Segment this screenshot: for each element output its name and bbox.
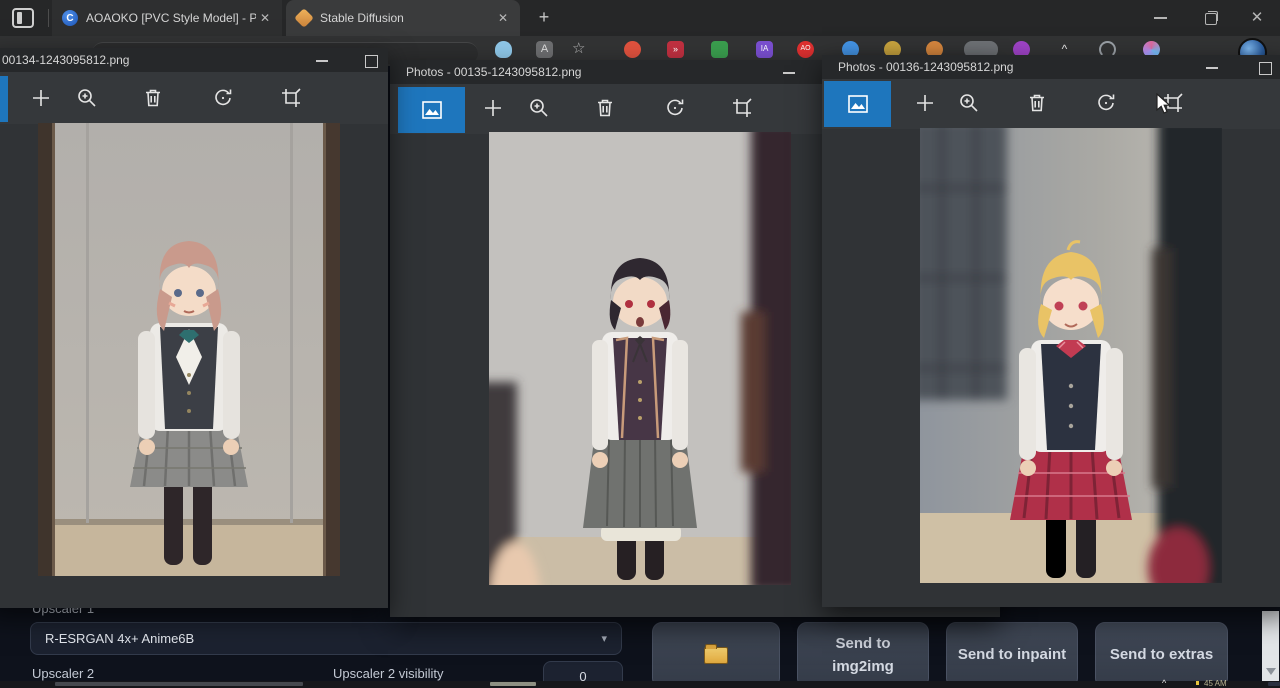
upscaler2-visibility-label: Upscaler 2 visibility — [333, 666, 444, 681]
notification-icon — [1196, 681, 1199, 685]
taskbar[interactable]: ^ 45 AM — [0, 681, 1280, 688]
zoom-button[interactable] — [954, 88, 984, 118]
tab-title: AOAOKO [PVC Style Model] - PV — [86, 11, 256, 25]
upscaler2-label: Upscaler 2 — [32, 666, 94, 681]
rotate-button[interactable] — [660, 93, 690, 123]
photos-window-00136: Photos - 00136-1243095812.png — [822, 55, 1280, 607]
window-title: 00134-1243095812.png — [2, 53, 129, 67]
close-tab-icon[interactable]: ✕ — [494, 9, 512, 27]
extension-icon[interactable]: AO — [797, 41, 814, 58]
minimize-button[interactable] — [1198, 59, 1228, 75]
photo-00134[interactable] — [38, 123, 340, 576]
taskbar-clock[interactable]: 45 AM — [1204, 679, 1227, 688]
delete-button[interactable] — [590, 93, 620, 123]
browser-restore-button[interactable] — [1196, 10, 1226, 26]
extension-icon[interactable] — [495, 41, 512, 58]
extension-icon[interactable]: IA — [756, 41, 773, 58]
page-scrollbar[interactable] — [1262, 611, 1279, 688]
zoom-button[interactable] — [524, 93, 554, 123]
upscaler1-value: R-ESRGAN 4x+ Anime6B — [45, 631, 194, 646]
photos-window-00134: 00134-1243095812.png — [0, 48, 388, 608]
image-icon — [420, 98, 444, 122]
upscaler1-dropdown[interactable]: R-ESRGAN 4x+ Anime6B ▾ — [30, 622, 622, 655]
maximize-button[interactable] — [356, 52, 386, 68]
minimize-button[interactable] — [308, 52, 338, 68]
extension-icon[interactable]: » — [667, 41, 684, 58]
send-to-inpaint-button[interactable]: Send to inpaint — [946, 622, 1078, 688]
close-tab-icon[interactable]: ✕ — [256, 9, 274, 27]
taskbar-app-button[interactable] — [490, 682, 536, 686]
image-view-button[interactable] — [0, 76, 8, 122]
extension-icon[interactable] — [624, 41, 641, 58]
favorites-star-icon[interactable]: ☆ — [572, 41, 589, 58]
stable-diffusion-favicon-icon — [294, 8, 314, 28]
maximize-button[interactable] — [1250, 59, 1280, 75]
add-photo-button[interactable] — [478, 93, 508, 123]
show-desktop-button[interactable] — [1268, 682, 1280, 686]
desktop: C AOAOKO [PVC Style Model] - PV ✕ Stable… — [0, 0, 1280, 688]
window-title: Photos - 00136-1243095812.png — [838, 60, 1013, 74]
mouse-cursor — [1155, 93, 1175, 115]
folder-icon — [704, 647, 728, 664]
photo-00135[interactable] — [489, 132, 791, 585]
add-photo-button[interactable] — [910, 88, 940, 118]
tray-expand-icon[interactable]: ^ — [1162, 678, 1166, 688]
delete-button[interactable] — [1022, 88, 1052, 118]
photo-00136[interactable] — [920, 128, 1222, 583]
browser-tab-stable-diffusion[interactable]: Stable Diffusion ✕ — [286, 0, 520, 36]
browser-minimize-button[interactable] — [1146, 10, 1176, 26]
image-icon — [846, 92, 870, 116]
chevron-down-icon: ▾ — [601, 632, 607, 645]
extension-icon[interactable]: A — [536, 41, 553, 58]
image-view-button[interactable] — [824, 81, 891, 127]
scrollbar-down-arrow-icon[interactable] — [1266, 668, 1276, 675]
minimize-button[interactable] — [775, 64, 805, 80]
open-output-folder-button[interactable] — [652, 622, 780, 688]
tab-separator — [48, 9, 49, 27]
crop-button[interactable] — [727, 93, 757, 123]
new-tab-button[interactable]: + — [534, 8, 554, 28]
delete-button[interactable] — [138, 83, 168, 113]
extension-icon[interactable] — [711, 41, 728, 58]
tab-actions-icon[interactable] — [12, 8, 34, 28]
browser-tab-civitai[interactable]: C AOAOKO [PVC Style Model] - PV ✕ — [52, 0, 282, 36]
send-to-img2img-button[interactable]: Send to img2img — [797, 622, 929, 688]
image-view-button[interactable] — [398, 87, 465, 133]
add-photo-button[interactable] — [26, 83, 56, 113]
zoom-button[interactable] — [72, 83, 102, 113]
photos-toolbar — [0, 72, 388, 124]
civitai-favicon-icon: C — [62, 10, 78, 26]
crop-button[interactable] — [276, 83, 306, 113]
tab-title: Stable Diffusion — [320, 11, 494, 25]
rotate-button[interactable] — [1091, 88, 1121, 118]
taskbar-apps-area[interactable] — [55, 682, 303, 686]
browser-close-button[interactable]: ✕ — [1242, 10, 1272, 26]
window-title: Photos - 00135-1243095812.png — [406, 65, 581, 79]
rotate-button[interactable] — [208, 83, 238, 113]
